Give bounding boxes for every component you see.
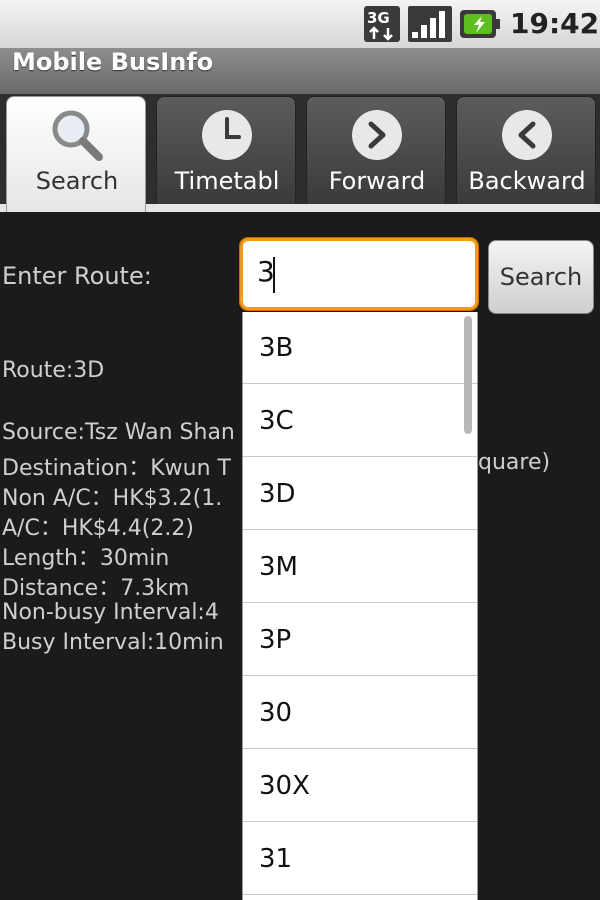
suggestion-item[interactable]: 3P	[243, 604, 477, 676]
app-title: Mobile BusInfo	[12, 48, 214, 76]
suggestion-item[interactable]: 3C	[243, 385, 477, 457]
source-info: Source:Tsz Wan Shan	[2, 420, 235, 445]
clock-icon	[202, 110, 252, 160]
tab-forward[interactable]: Forward	[306, 96, 446, 204]
busy-interval-info: Busy Interval:10min	[2, 630, 224, 655]
back-icon	[502, 110, 552, 160]
status-time: 19:42	[510, 7, 600, 40]
search-icon	[52, 110, 103, 161]
destination-info: Destination：Kwun T	[2, 456, 231, 481]
tab-backward-label: Backward	[468, 167, 586, 195]
tab-forward-label: Forward	[328, 167, 426, 195]
suggestion-item[interactable]: 3M	[243, 531, 477, 603]
app-title-bar: Mobile BusInfo	[0, 48, 600, 95]
tab-timetable-label: Timetabl	[174, 167, 280, 195]
dropdown-scrollbar[interactable]	[464, 316, 472, 434]
suggestion-item[interactable]: 3B	[243, 312, 477, 384]
suggestion-item[interactable]: 31	[243, 823, 477, 895]
length-info: Length：30min	[2, 546, 170, 571]
suggestion-item[interactable]: 30	[243, 677, 477, 749]
suggestion-item[interactable]: 30X	[243, 750, 477, 822]
text-caret	[273, 257, 275, 293]
non-ac-fare-info: Non A/C：HK$3.2(1.	[2, 486, 223, 511]
status-bar: 3G 19:42	[0, 0, 600, 48]
forward-icon	[352, 110, 402, 160]
tab-backward[interactable]: Backward	[456, 96, 596, 204]
tab-search-label: Search	[35, 167, 119, 195]
suggestion-item[interactable]: 3D	[243, 458, 477, 530]
ac-fare-info: A/C：HK$4.4(2.2)	[2, 516, 194, 541]
route-suggestions-dropdown[interactable]: 3B 3C 3D 3M 3P 30 30X 31	[242, 312, 478, 900]
tab-search[interactable]: Search	[6, 96, 146, 212]
non-busy-interval-info: Non-busy Interval:4	[2, 600, 219, 625]
route-input[interactable]: 3	[239, 237, 479, 311]
search-button[interactable]: Search	[488, 240, 594, 314]
route-info: Route:3D	[2, 358, 105, 383]
signal-strength-icon	[408, 6, 452, 42]
destination-info-tail: quare)	[478, 450, 551, 475]
svg-text:3G: 3G	[367, 9, 390, 27]
enter-route-label: Enter Route:	[2, 262, 152, 290]
distance-info: Distance：7.3km	[2, 576, 190, 601]
network-3g-icon: 3G	[364, 6, 400, 42]
tab-timetable[interactable]: Timetabl	[156, 96, 296, 204]
battery-charging-icon	[460, 10, 500, 38]
